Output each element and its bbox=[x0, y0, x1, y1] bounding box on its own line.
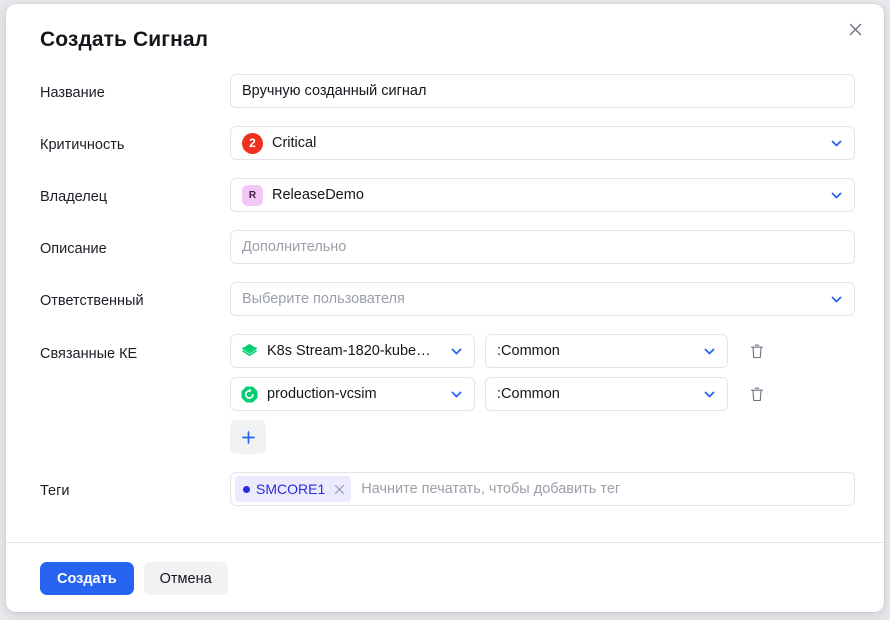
form-row-related-ci: Связанные КЕ K8s Stream-1820-kube-sc... bbox=[6, 334, 884, 454]
delete-ci-button[interactable] bbox=[742, 336, 772, 366]
close-dialog-button[interactable] bbox=[840, 14, 870, 44]
tag-input[interactable] bbox=[355, 480, 846, 498]
label-severity: Критичность bbox=[40, 137, 125, 153]
remove-tag-button[interactable] bbox=[334, 484, 345, 495]
label-description: Описание bbox=[40, 241, 107, 257]
signal-form: Название Вручную созданный сигнал Критич… bbox=[6, 74, 884, 524]
assignee-placeholder: Выберите пользователя bbox=[242, 291, 405, 307]
chevron-down-icon bbox=[828, 135, 844, 151]
ci-scope-select[interactable]: :Common bbox=[485, 377, 728, 411]
chevron-down-icon bbox=[701, 343, 717, 359]
tags-field[interactable]: SMCORE1 bbox=[230, 472, 855, 506]
delete-ci-button[interactable] bbox=[742, 379, 772, 409]
ci-scope-value: :Common bbox=[497, 386, 560, 402]
ci-name: K8s Stream-1820-kube-sc... bbox=[267, 343, 435, 359]
close-icon bbox=[849, 23, 861, 35]
assignee-select[interactable]: Выберите пользователя bbox=[230, 282, 855, 316]
footer-divider bbox=[6, 542, 884, 543]
trash-icon bbox=[750, 387, 764, 401]
form-row-name: Название Вручную созданный сигнал bbox=[6, 74, 884, 108]
form-row-assignee: Ответственный Выберите пользователя bbox=[6, 282, 884, 316]
table-row: K8s Stream-1820-kube-sc... :Common bbox=[230, 334, 850, 368]
severity-value: Critical bbox=[272, 135, 317, 151]
chevron-down-icon bbox=[448, 386, 464, 402]
sync-octagon-icon bbox=[241, 386, 258, 402]
severity-select[interactable]: 2 Critical bbox=[230, 126, 855, 160]
chevron-down-icon bbox=[448, 343, 464, 359]
avatar: R bbox=[242, 184, 263, 206]
create-button[interactable]: Создать bbox=[40, 562, 134, 595]
owner-select[interactable]: R ReleaseDemo bbox=[230, 178, 855, 212]
form-row-owner: Владелец R ReleaseDemo bbox=[6, 178, 884, 212]
ci-scope-value: :Common bbox=[497, 343, 560, 359]
tag-chip[interactable]: SMCORE1 bbox=[235, 476, 352, 502]
cancel-button[interactable]: Отмена bbox=[143, 562, 228, 595]
tag-label: SMCORE1 bbox=[256, 481, 326, 497]
chevron-down-icon bbox=[701, 386, 717, 402]
add-ci-button[interactable] bbox=[230, 420, 266, 454]
form-row-tags: Теги SMCORE1 bbox=[6, 472, 884, 506]
form-row-severity: Критичность 2 Critical bbox=[6, 126, 884, 160]
severity-badge: 2 bbox=[242, 132, 263, 154]
label-tags: Теги bbox=[40, 483, 70, 499]
chevron-down-icon bbox=[828, 187, 844, 203]
trash-icon bbox=[750, 344, 764, 358]
dialog-title: Создать Сигнал bbox=[40, 28, 209, 51]
form-row-description: Описание Дополнительно bbox=[6, 230, 884, 264]
ci-scope-select[interactable]: :Common bbox=[485, 334, 728, 368]
ci-select[interactable]: production-vcsim bbox=[230, 377, 475, 411]
layers-icon bbox=[241, 343, 258, 356]
owner-value: ReleaseDemo bbox=[272, 187, 364, 203]
create-signal-dialog: Создать Сигнал Название Вручную созданны… bbox=[6, 4, 884, 612]
close-icon bbox=[335, 484, 345, 494]
label-related-ci: Связанные КЕ bbox=[40, 346, 138, 362]
description-placeholder: Дополнительно bbox=[242, 239, 347, 255]
chevron-down-icon bbox=[828, 291, 844, 307]
name-value: Вручную созданный сигнал bbox=[242, 83, 427, 99]
name-input[interactable]: Вручную созданный сигнал bbox=[230, 74, 855, 108]
ci-name: production-vcsim bbox=[267, 386, 377, 402]
tag-dot-icon bbox=[243, 485, 250, 493]
dialog-footer: Создать Отмена bbox=[40, 562, 228, 595]
table-row: production-vcsim :Common bbox=[230, 377, 850, 411]
description-input[interactable]: Дополнительно bbox=[230, 230, 855, 264]
plus-icon bbox=[241, 430, 255, 444]
label-assignee: Ответственный bbox=[40, 293, 144, 309]
label-name: Название bbox=[40, 85, 105, 101]
ci-select[interactable]: K8s Stream-1820-kube-sc... bbox=[230, 334, 475, 368]
label-owner: Владелец bbox=[40, 189, 108, 205]
